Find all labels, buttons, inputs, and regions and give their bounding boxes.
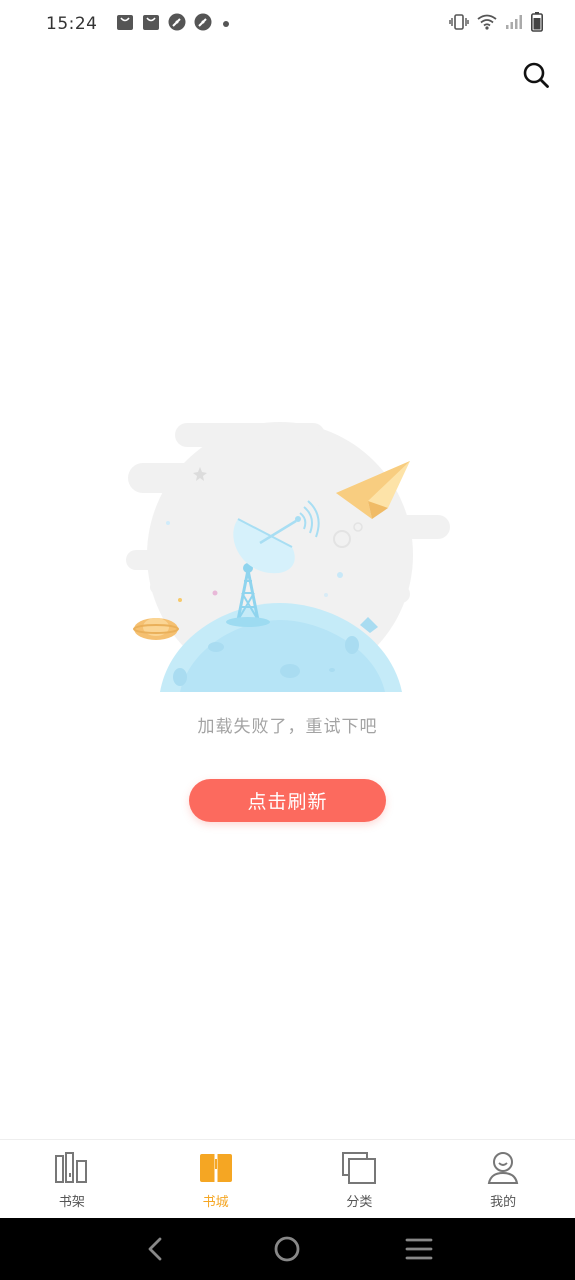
refresh-button[interactable]: 点击刷新 [189,779,386,822]
tab-category[interactable]: 分类 [288,1140,432,1219]
search-button[interactable] [519,58,553,92]
home-icon [275,1236,300,1262]
book-open-icon [198,1150,234,1186]
status-right-icons [449,12,543,36]
back-icon [148,1237,162,1261]
tab-bookshelf[interactable]: 书架 [0,1140,144,1219]
screen: 15:24 加载失败了，重试下吧 点击刷新 书架 书城 分类 我的 [0,0,575,1280]
tab-profile[interactable]: 我的 [431,1140,575,1219]
tab-bookshelf-label: 书架 [58,1195,85,1210]
profile-icon [485,1150,521,1186]
compass-icon [194,13,212,35]
bottom-tab-bar: 书架 书城 分类 我的 [0,1139,575,1219]
satellite-dish-planet-illustration [126,422,450,692]
tab-bookstore-label: 书城 [202,1195,229,1210]
back-button[interactable] [131,1224,181,1274]
home-button[interactable] [262,1224,312,1274]
menu-icon [405,1238,433,1260]
error-message: 加载失败了，重试下吧 [197,717,378,737]
shopping-bag-icon [142,13,160,35]
shopping-bag-icon [116,13,134,35]
menu-button[interactable] [394,1224,444,1274]
dot-icon [220,15,232,34]
notification-icons [116,13,232,35]
search-icon [523,62,549,88]
tab-profile-label: 我的 [490,1195,517,1210]
wifi-icon [477,14,497,34]
bookshelf-icon [54,1150,90,1186]
tab-category-label: 分类 [346,1195,373,1210]
status-bar: 15:24 [0,0,575,48]
status-time: 15:24 [46,14,98,34]
compass-icon [168,13,186,35]
category-icon [341,1150,377,1186]
signal-icon [505,14,523,34]
tab-bookstore[interactable]: 书城 [144,1140,288,1219]
system-nav-bar [0,1218,575,1280]
vibrate-icon [449,14,469,34]
battery-icon [531,12,543,36]
